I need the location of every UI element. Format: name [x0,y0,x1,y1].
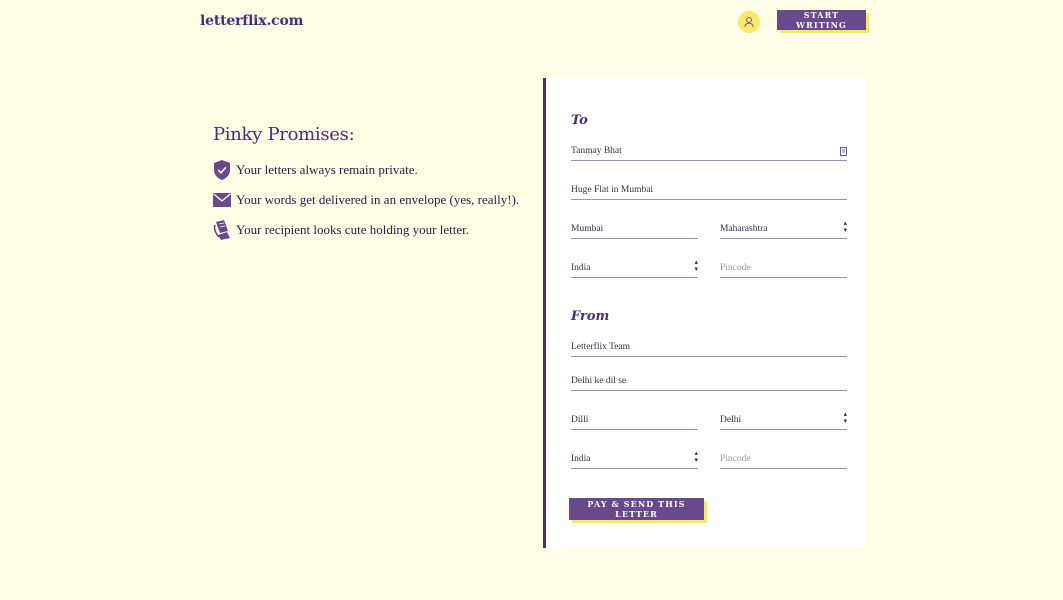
pinky-promises-section: Pinky Promises: Your letters always rema… [213,124,519,245]
from-name-value: Letterflix Team [571,342,631,352]
to-name-input[interactable]: Tanmay Bhat [571,143,847,161]
promise-item-envelope: Your words get delivered in an envelope … [213,185,519,215]
user-avatar-button[interactable] [738,11,760,33]
user-icon [744,17,754,28]
from-address-input[interactable]: Delhi ke dil se [571,373,847,391]
promise-text: Your words get delivered in an envelope … [236,192,520,207]
from-name-input[interactable]: Letterflix Team [571,339,847,357]
to-state-select[interactable]: Maharashtra ▴ ▾ [720,219,847,239]
from-section-title: From [571,309,610,324]
to-city-value: Mumbai [571,224,604,234]
start-writing-button[interactable]: START WRITING [777,10,866,30]
shield-check-icon [213,159,231,181]
to-pincode-input[interactable]: Pincode [720,260,847,278]
select-arrows-icon: ▴ ▾ [843,219,847,234]
from-state-value: Delhi [720,415,742,425]
to-address-value: Huge Flat in Mumbai [571,185,654,195]
select-arrows-icon: ▴ ▾ [694,258,698,273]
to-state-value: Maharashtra [720,224,768,234]
promise-text: Your recipient looks cute holding your l… [236,222,470,237]
from-state-select[interactable]: Delhi ▴ ▾ [720,410,847,430]
from-pincode-input[interactable]: Pincode [720,451,847,469]
to-pincode-placeholder: Pincode [720,263,751,273]
select-arrows-icon: ▴ ▾ [694,449,698,464]
from-address-value: Delhi ke dil se [571,376,627,386]
to-name-value: Tanmay Bhat [571,146,622,156]
promise-text: Your letters always remain private. [236,162,418,177]
contact-card-icon [840,147,847,156]
to-city-input[interactable]: Mumbai [571,221,698,239]
promises-title: Pinky Promises: [213,124,355,145]
from-country-value: India [571,454,591,464]
letter-address-form: To Tanmay Bhat Huge Flat in Mumbai Mumba… [543,78,866,548]
to-address-input[interactable]: Huge Flat in Mumbai [571,182,847,200]
from-city-value: Dilli [571,415,589,425]
promise-item-recipient: Your recipient looks cute holding your l… [213,215,519,245]
from-pincode-placeholder: Pincode [720,454,751,464]
promise-item-privacy: Your letters always remain private. [213,155,519,185]
from-country-select[interactable]: India ▴ ▾ [571,449,698,469]
pay-and-send-button[interactable]: PAY & SEND THIS LETTER [569,498,704,520]
to-country-select[interactable]: India ▴ ▾ [571,258,698,278]
to-country-value: India [571,263,591,273]
site-logo[interactable]: letterflix.com [200,13,303,29]
select-arrows-icon: ▴ ▾ [843,410,847,425]
envelope-icon [213,189,231,211]
to-section-title: To [571,113,588,128]
from-city-input[interactable]: Dilli [571,412,698,430]
scroll-icon [213,219,231,241]
